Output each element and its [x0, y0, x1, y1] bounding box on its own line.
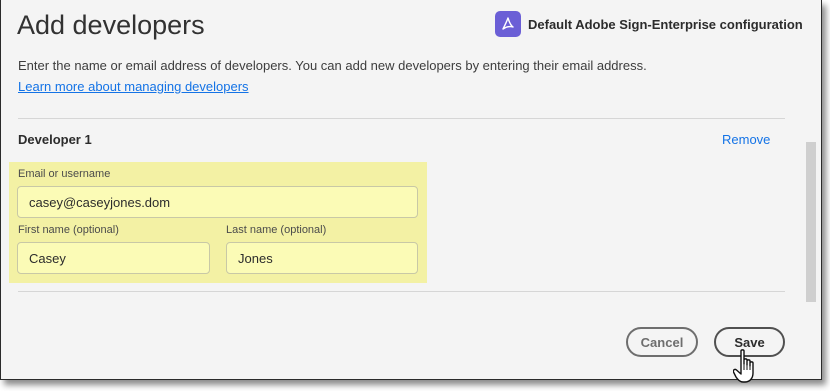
developer-heading: Developer 1	[18, 132, 92, 147]
remove-developer-button[interactable]: Remove	[722, 132, 770, 147]
last-name-field[interactable]: Jones	[226, 242, 418, 274]
cancel-button[interactable]: Cancel	[626, 327, 698, 357]
configuration-label: Default Adobe Sign-Enterprise configurat…	[528, 16, 803, 32]
last-name-value: Jones	[238, 250, 273, 266]
email-field[interactable]: casey@caseyjones.dom	[17, 186, 418, 218]
dialog-description: Enter the name or email address of devel…	[18, 58, 647, 73]
section-divider	[18, 118, 785, 119]
section-divider-bottom	[18, 291, 785, 292]
first-name-field[interactable]: Casey	[17, 242, 210, 274]
last-name-label: Last name (optional)	[226, 224, 327, 236]
learn-more-link[interactable]: Learn more about managing developers	[18, 79, 249, 94]
email-value: casey@caseyjones.dom	[29, 194, 171, 210]
adobe-acrobat-sign-icon	[495, 11, 521, 37]
hand-pointer-cursor-icon	[732, 348, 763, 391]
configuration-indicator: Default Adobe Sign-Enterprise configurat…	[495, 11, 803, 37]
first-name-value: Casey	[29, 250, 66, 266]
first-name-label: First name (optional)	[18, 224, 119, 236]
email-label: Email or username	[18, 168, 111, 180]
add-developers-dialog: Add developers Default Adobe Sign-Enterp…	[0, 0, 822, 380]
dialog-title: Add developers	[17, 10, 205, 40]
scrollbar[interactable]	[806, 142, 816, 302]
